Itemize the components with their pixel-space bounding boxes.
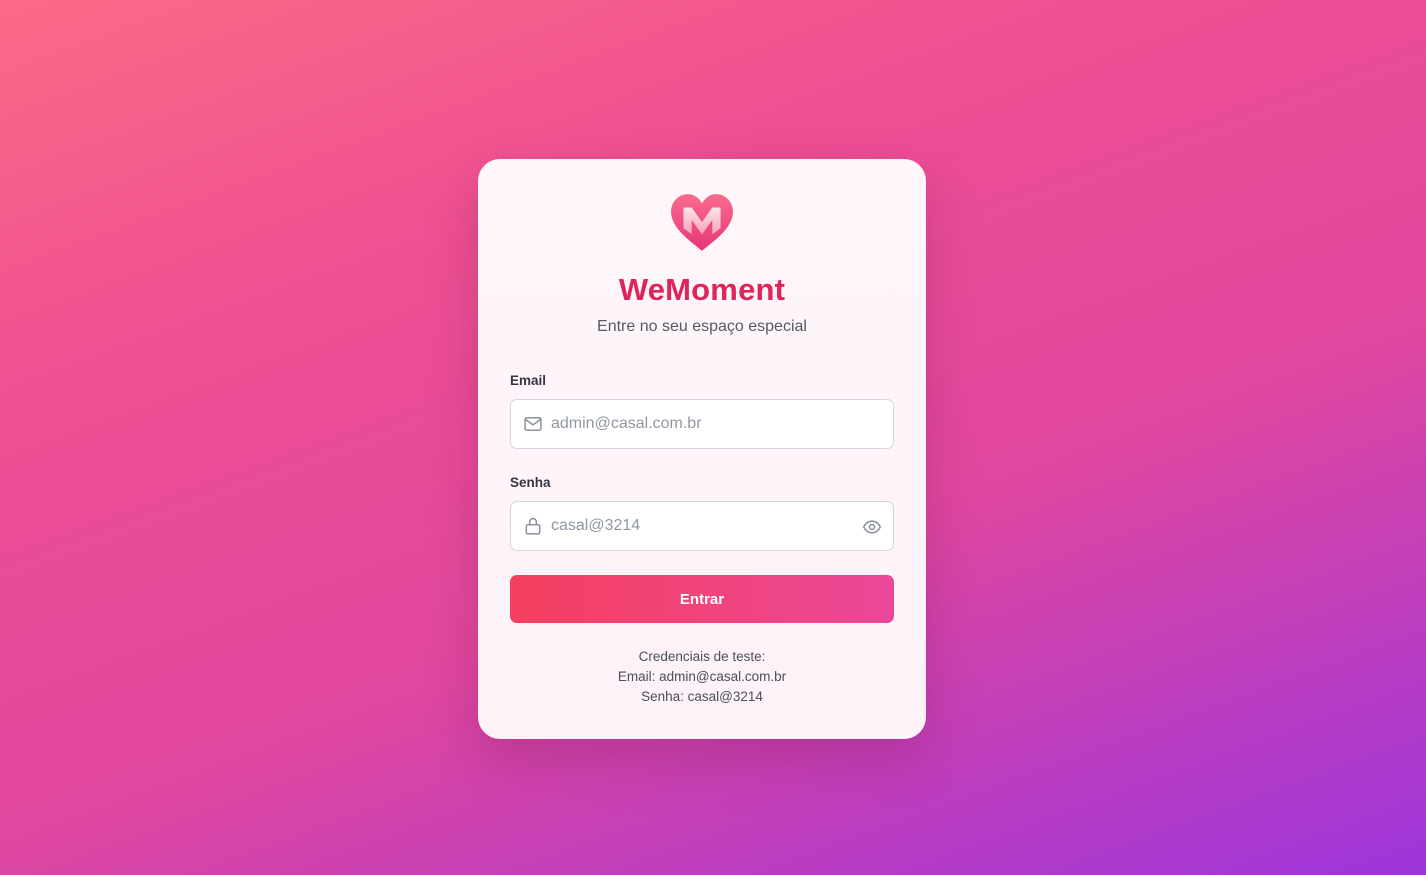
eye-icon[interactable] bbox=[862, 517, 882, 537]
password-input[interactable] bbox=[551, 502, 851, 550]
login-card: WeMoment Entre no seu espaço especial Em… bbox=[478, 159, 926, 739]
app-subtitle: Entre no seu espaço especial bbox=[597, 318, 807, 335]
test-credentials-email: Email: admin@casal.com.br bbox=[617, 669, 787, 684]
password-field[interactable] bbox=[510, 501, 894, 551]
password-label: Senha bbox=[510, 475, 551, 490]
login-button[interactable]: Entrar bbox=[510, 575, 894, 623]
email-label: Email bbox=[510, 373, 547, 388]
lock-icon bbox=[525, 517, 541, 535]
app-title: WeMoment bbox=[618, 272, 786, 307]
mail-icon bbox=[524, 417, 542, 431]
test-credentials-heading: Credenciais de teste: bbox=[638, 649, 766, 664]
heart-m-logo bbox=[671, 194, 733, 251]
test-credentials-password: Senha: casal@3214 bbox=[641, 689, 763, 704]
email-field[interactable] bbox=[510, 399, 894, 449]
email-input[interactable] bbox=[551, 400, 851, 448]
